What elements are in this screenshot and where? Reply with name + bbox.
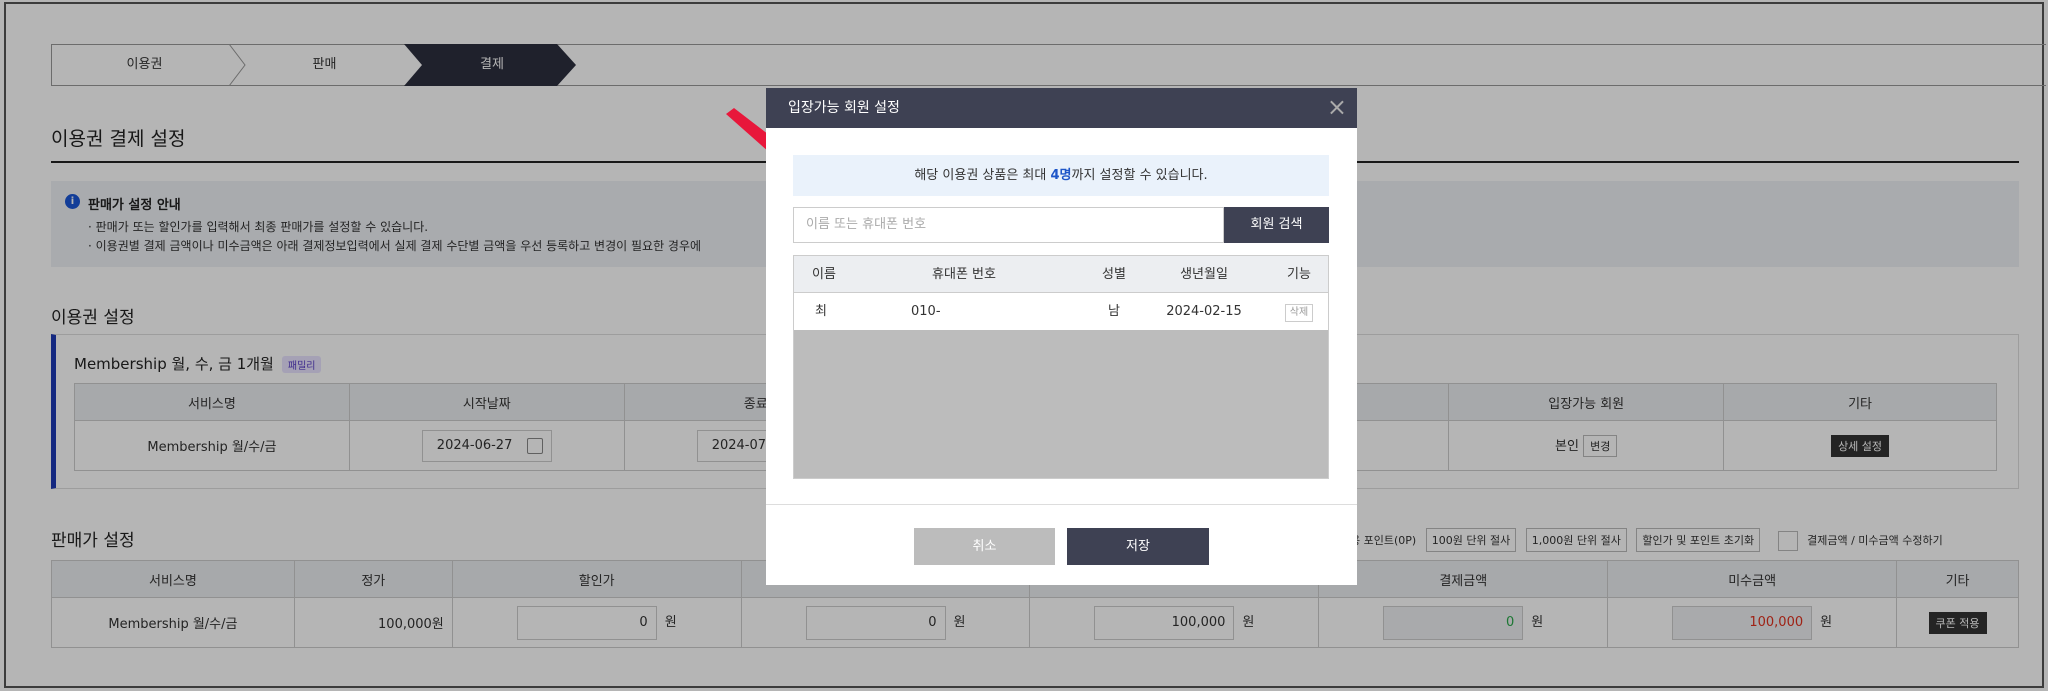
member-table-header: 이름 휴대폰 번호 성별 생년월일 기능 [794,256,1328,293]
save-button[interactable]: 저장 [1067,528,1209,565]
member-row[interactable]: 최 010- 남 2024-02-15 삭제 [794,293,1328,330]
close-icon[interactable]: × [1327,88,1347,126]
member-table: 이름 휴대폰 번호 성별 생년월일 기능 최 010- 남 2024-02-15… [793,255,1329,479]
cancel-button[interactable]: 취소 [914,528,1055,565]
col-phone: 휴대폰 번호 [932,267,996,282]
col-actions: 기능 [1287,267,1311,282]
col-name: 이름 [812,267,836,282]
modal-footer-divider [766,504,1357,505]
member-birth: 2024-02-15 [1166,304,1242,319]
modal-header: 입장가능 회원 설정 [766,88,1357,128]
col-birth: 생년월일 [1180,267,1228,282]
delete-button[interactable]: 삭제 [1284,304,1314,322]
member-search-input[interactable]: 이름 또는 휴대폰 번호 [793,207,1224,243]
member-name: 최 [815,304,827,319]
delete-cell: 삭제 [1269,293,1329,330]
page: 이용권 판매 결제 이용권 결제 설정 i 판매가 설정 안내 · 판매가 또는… [0,0,2048,691]
limit-notice: 해당 이용권 상품은 최대 4명까지 설정할 수 있습니다. [793,155,1329,196]
member-search-button[interactable]: 회원 검색 [1224,207,1329,243]
member-phone: 010- [911,304,941,319]
modal-title: 입장가능 회원 설정 [788,100,900,116]
limit-count: 4명 [1050,168,1072,183]
member-settings-modal: 입장가능 회원 설정 × 해당 이용권 상품은 최대 4명까지 설정할 수 있습… [766,88,1357,585]
